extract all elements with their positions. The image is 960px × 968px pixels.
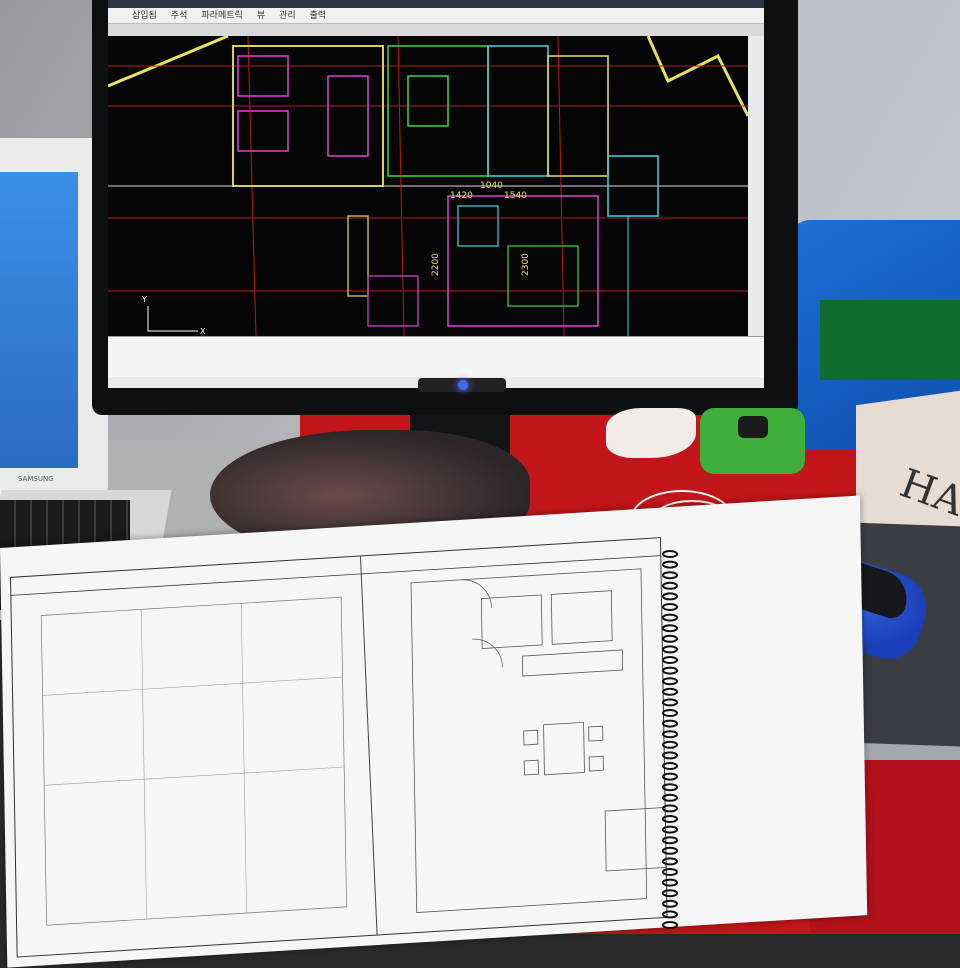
spiral-ring: [662, 815, 678, 823]
spiral-ring: [662, 645, 678, 654]
spiral-ring: [662, 762, 678, 770]
svg-text:X: X: [200, 327, 206, 336]
spiral-ring: [662, 687, 678, 696]
cad-floorplan: X Y 1420 1540 2200 1040 2300: [108, 34, 750, 337]
laptop-screen[interactable]: [0, 172, 78, 468]
spiral-ring: [662, 878, 678, 887]
spiral-ring: [662, 740, 678, 749]
ribbon-tab[interactable]: 관리: [279, 8, 296, 23]
cad-dimension: 1040: [480, 181, 503, 191]
sheet-drawing: [10, 537, 668, 958]
command-line[interactable]: [108, 336, 764, 377]
ribbon-tab[interactable]: 삽입됨: [132, 8, 157, 23]
spiral-binding: [662, 550, 678, 929]
spiral-ring: [662, 709, 678, 717]
spiral-ring: [662, 889, 678, 898]
spiral-ring: [662, 921, 678, 929]
ribbon-tabs: 삽입됨 주석 파라메트릭 뷰 관리 출력: [108, 8, 764, 24]
ribbon-tab[interactable]: 파라메트릭: [201, 8, 242, 23]
spiral-ring: [662, 666, 678, 675]
cad-dimension: 1420: [450, 191, 473, 201]
spiral-ring: [662, 783, 678, 792]
spiral-ring: [662, 868, 678, 876]
spiral-ring: [662, 857, 678, 866]
spiral-ring: [662, 560, 678, 569]
spiral-ring: [662, 677, 678, 686]
cad-dimension: 2300: [521, 253, 531, 276]
laptop-brand: SAMSUNG: [18, 475, 54, 483]
cad-dimension: 1540: [504, 191, 527, 201]
ribbon-tab[interactable]: 주석: [171, 8, 188, 23]
spiral-ring: [662, 624, 678, 633]
spiral-ring: [662, 719, 678, 728]
cad-drawing-area[interactable]: X Y 1420 1540 2200 1040 2300: [108, 34, 750, 337]
monitor-screen[interactable]: 삽입됨 주석 파라메트릭 뷰 관리 출력 X Y 1420 1540 2200 …: [108, 0, 764, 388]
spiral-ring: [662, 550, 678, 558]
spiral-ring: [662, 571, 678, 580]
ribbon-tab[interactable]: 출력: [310, 8, 327, 23]
spiral-ring: [662, 910, 678, 919]
spiral-ring: [662, 804, 678, 813]
spiral-ring: [662, 698, 678, 707]
spiral-ring: [662, 751, 678, 760]
spiral-ring: [662, 581, 678, 590]
spiral-ring: [662, 836, 678, 845]
ribbon-tab[interactable]: 뷰: [257, 8, 265, 23]
file-tab-bar: [108, 24, 764, 36]
bag-pattern: [820, 300, 960, 380]
tissue: [606, 408, 696, 458]
cad-dimension: 2200: [431, 253, 441, 276]
webcam-led: [458, 380, 468, 390]
spiral-ring: [662, 613, 678, 622]
spiral-ring: [662, 793, 678, 802]
spiral-ring: [662, 730, 678, 739]
spiral-ring: [662, 846, 678, 855]
spiral-ring: [662, 634, 678, 643]
spiral-ring: [662, 656, 678, 664]
spiral-ring: [662, 899, 678, 908]
tape-measure-button: [738, 416, 768, 438]
svg-text:Y: Y: [141, 295, 147, 304]
spiral-ring: [662, 592, 678, 601]
spiral-ring: [662, 603, 678, 611]
spiral-ring: [662, 772, 678, 781]
spiral-ring: [662, 825, 678, 834]
floor-plan-sheet: [0, 495, 868, 968]
